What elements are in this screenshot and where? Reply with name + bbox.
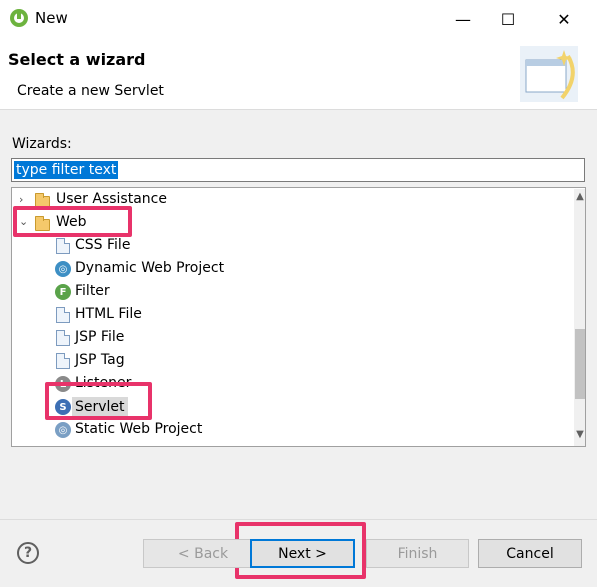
wizard-header: Select a wizard Create a new Servlet [0, 38, 597, 110]
highlight-box-web [13, 206, 132, 237]
wizard-banner-icon [520, 46, 578, 102]
dynamic-web-project-icon: ◎ [55, 261, 71, 277]
jsp-file-icon [56, 330, 70, 346]
separator [0, 519, 597, 520]
maximize-icon: ☐ [500, 9, 516, 29]
html-file-icon [56, 307, 70, 323]
tree-item-label: CSS File [75, 237, 131, 253]
title-bar: New — ☐ ✕ [0, 0, 597, 38]
page-description: Create a new Servlet [17, 83, 164, 99]
tree-item-jsp-file[interactable]: JSP File [12, 327, 564, 349]
help-icon[interactable]: ? [17, 542, 39, 564]
tree-item-label: JSP File [75, 329, 125, 345]
maximize-button[interactable]: ☐ [485, 0, 531, 38]
scroll-down-icon[interactable]: ▼ [574, 429, 585, 443]
tree-item-html-file[interactable]: HTML File [12, 304, 564, 326]
cancel-button[interactable]: Cancel [478, 539, 582, 568]
tree-item-jsp-tag[interactable]: JSP Tag [12, 350, 564, 372]
spring-app-icon [10, 9, 28, 27]
window-title: New [35, 9, 68, 27]
close-button[interactable]: ✕ [541, 0, 587, 38]
finish-button[interactable]: Finish [366, 539, 469, 568]
minimize-button[interactable]: — [440, 0, 486, 38]
tree-item-label: JSP Tag [75, 352, 125, 368]
filter-icon: F [55, 284, 71, 300]
tree-item-static-web-project[interactable]: ◎ Static Web Project [12, 419, 564, 441]
tree-item-label: Static Web Project [75, 421, 203, 437]
highlight-box-servlet [45, 382, 152, 420]
filter-selected-text: type filter text [14, 161, 119, 179]
wizards-label: Wizards: [12, 136, 72, 152]
chevron-right-icon[interactable]: › [19, 194, 29, 205]
close-icon: ✕ [557, 9, 571, 29]
tree-item-css-file[interactable]: CSS File [12, 235, 564, 257]
minimize-icon: — [455, 9, 471, 29]
tree-item-dynamic-web-project[interactable]: ◎ Dynamic Web Project [12, 258, 564, 280]
css-file-icon [56, 238, 70, 254]
scroll-up-icon[interactable]: ▲ [574, 191, 585, 205]
tree-item-label: HTML File [75, 306, 142, 322]
tree-item-label: Filter [75, 283, 110, 299]
static-web-project-icon: ◎ [55, 422, 71, 438]
next-button[interactable]: Next > [250, 539, 355, 568]
tree-scrollbar[interactable]: ▲ ▼ [574, 189, 585, 446]
tree-item-label: Dynamic Web Project [75, 260, 225, 276]
page-title: Select a wizard [8, 50, 146, 69]
jsp-tag-icon [56, 353, 70, 369]
tree-item-label: User Assistance [56, 191, 167, 207]
tree-item-filter[interactable]: F Filter [12, 281, 564, 303]
back-button[interactable]: < Back [143, 539, 263, 568]
scrollbar-thumb[interactable] [575, 329, 585, 399]
